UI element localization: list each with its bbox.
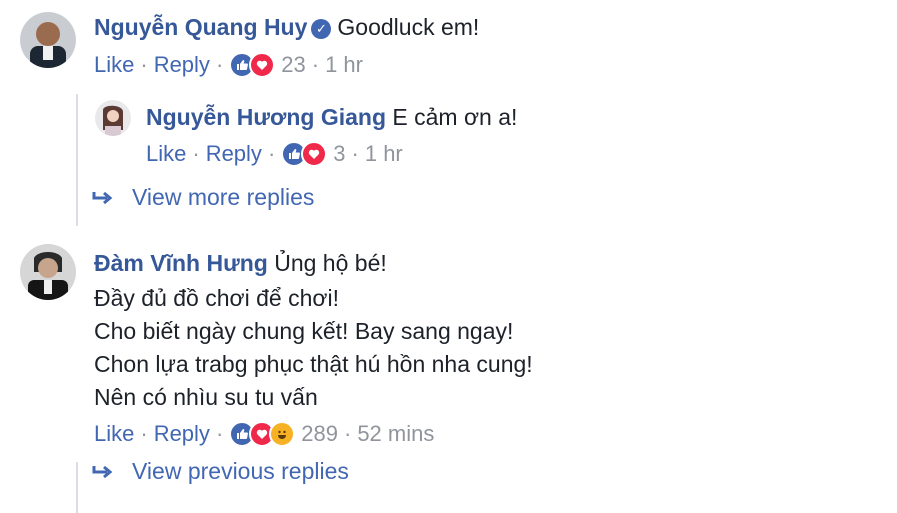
comment-author[interactable]: Đàm Vĩnh Hưng (94, 250, 268, 276)
comment-text-line: Ủng hộ bé! (274, 250, 387, 276)
haha-reaction-icon (269, 421, 296, 447)
comment-text-line: Nên có nhìu su tu vấn (94, 384, 318, 410)
like-link[interactable]: Like (94, 52, 134, 78)
thread-line (76, 94, 78, 226)
view-more-replies-link[interactable]: View more replies (92, 184, 314, 211)
love-reaction-icon (301, 141, 328, 167)
comment-text-line: Chon lựa trabg phục thật hú hồn nha cung… (94, 351, 533, 377)
reply-actions: Like · Reply · 3 · 1 hr (146, 141, 403, 167)
reply-arrow-icon (92, 464, 114, 480)
reply-author[interactable]: Nguyễn Hương Giang (146, 104, 386, 130)
avatar[interactable] (95, 100, 131, 136)
reaction-count[interactable]: 289 (301, 421, 338, 447)
view-more-label[interactable]: View more replies (132, 184, 314, 211)
view-previous-label[interactable]: View previous replies (132, 458, 349, 485)
love-reaction-icon (249, 52, 276, 78)
comment-text-line: Đầy đủ đồ chơi để chơi! (94, 285, 339, 311)
timestamp[interactable]: 1 hr (365, 141, 403, 167)
reactions[interactable] (229, 421, 296, 447)
verified-badge-icon: ✓ (311, 18, 332, 39)
like-link[interactable]: Like (146, 141, 186, 167)
comment-text-line: Cho biết ngày chung kết! Bay sang ngay! (94, 318, 514, 344)
reaction-count[interactable]: 3 (333, 141, 345, 167)
like-link[interactable]: Like (94, 421, 134, 447)
avatar[interactable] (20, 244, 76, 300)
reply-link[interactable]: Reply (154, 52, 210, 78)
timestamp[interactable]: 52 mins (357, 421, 434, 447)
view-previous-replies-link[interactable]: View previous replies (92, 458, 349, 485)
comment-text: Goodluck em! (337, 14, 480, 40)
comment-actions: Like · Reply · 289 · 52 mins (94, 421, 435, 447)
comment-actions: Like · Reply · 23 · 1 hr (94, 52, 363, 78)
reactions[interactable] (229, 52, 276, 78)
thread-line (76, 462, 78, 513)
reply-link[interactable]: Reply (206, 141, 262, 167)
comment-author[interactable]: Nguyễn Quang Huy (94, 14, 307, 40)
timestamp[interactable]: 1 hr (325, 52, 363, 78)
reply-text: E cảm ơn a! (392, 104, 518, 130)
reply-arrow-icon (92, 190, 114, 206)
avatar[interactable] (20, 12, 76, 68)
reactions[interactable] (281, 141, 328, 167)
reaction-count[interactable]: 23 (281, 52, 305, 78)
reply-link[interactable]: Reply (154, 421, 210, 447)
